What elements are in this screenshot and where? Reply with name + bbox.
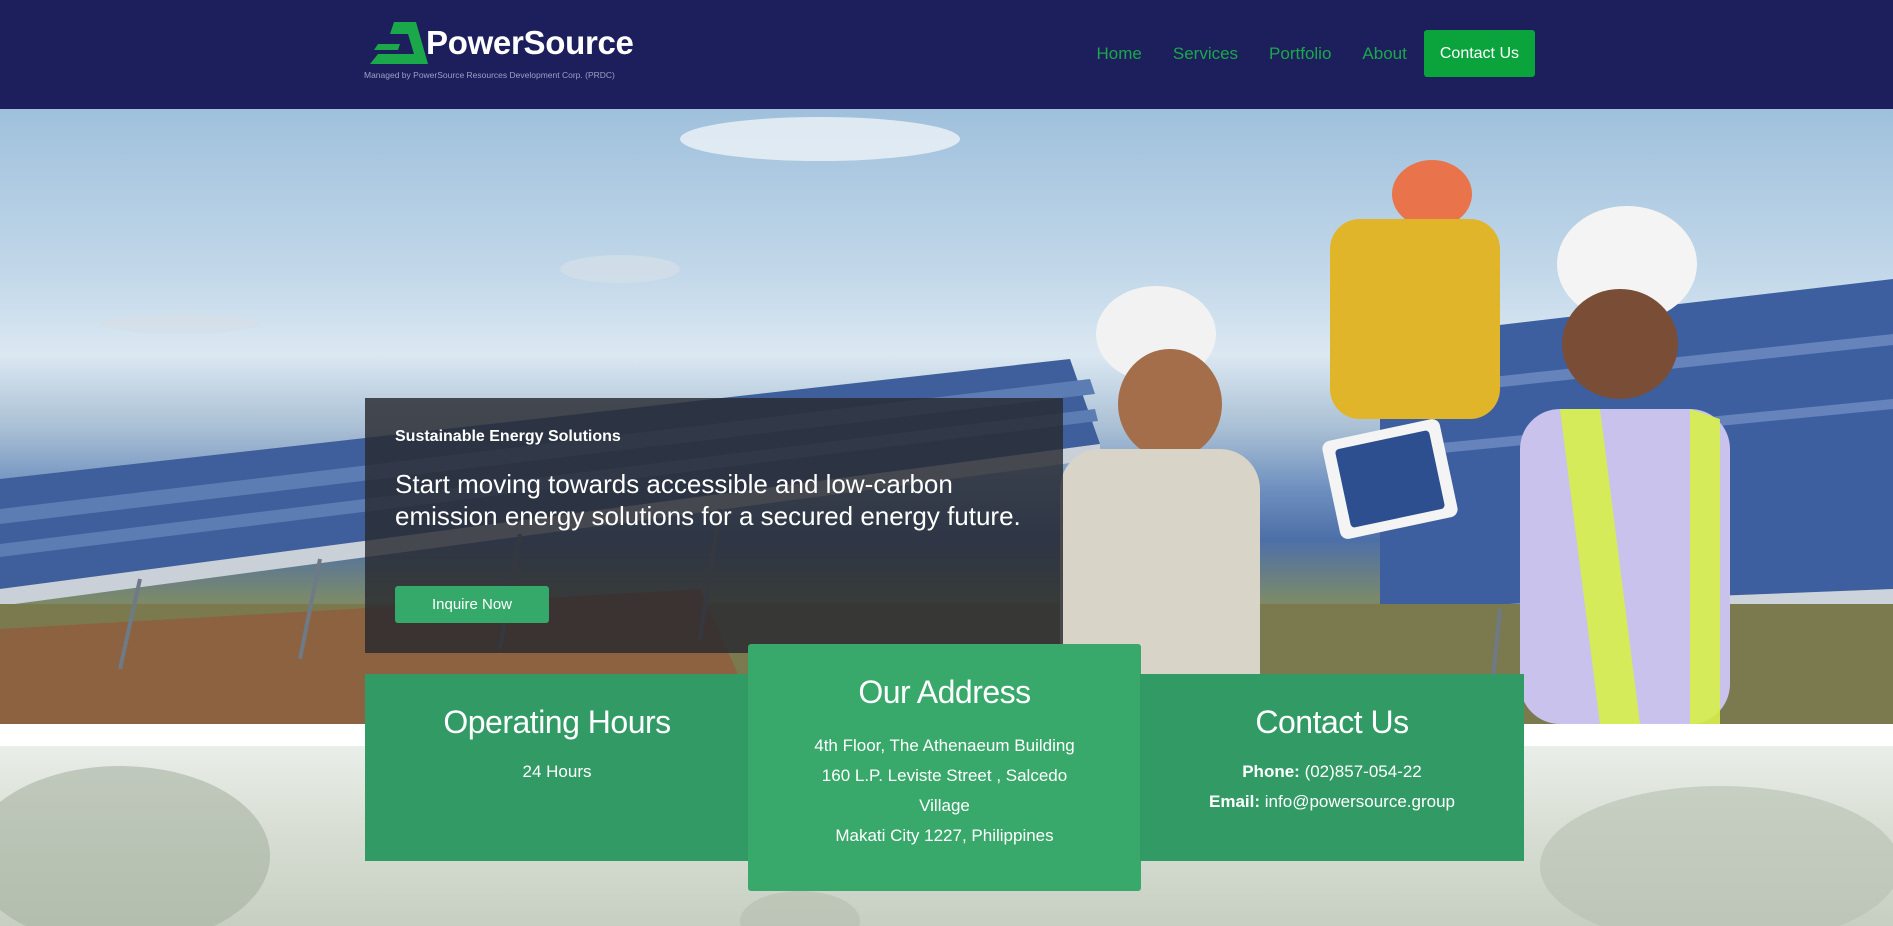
address-line: Makati City 1227, Philippines <box>835 826 1054 845</box>
operating-hours-value: 24 Hours <box>522 762 592 781</box>
address-card: Our Address 4th Floor, The Athenaeum Bui… <box>748 644 1141 891</box>
nav-services[interactable]: Services <box>1173 44 1238 64</box>
brand-logo[interactable]: PowerSource Managed by PowerSource Resou… <box>364 20 664 86</box>
site-header: PowerSource Managed by PowerSource Resou… <box>0 0 1893 109</box>
powersource-logo-icon <box>370 22 428 64</box>
hero-kicker: Sustainable Energy Solutions <box>395 428 621 445</box>
hero-headline: Start moving towards accessible and low-… <box>395 469 1021 531</box>
contact-card: Contact Us Phone: (02)857-054-22 Email: … <box>1140 674 1524 861</box>
brand-name: PowerSource <box>426 24 634 61</box>
inquire-now-button[interactable]: Inquire Now <box>395 586 549 623</box>
operating-hours-card: Operating Hours 24 Hours <box>365 674 749 861</box>
nav-about[interactable]: About <box>1362 44 1406 64</box>
address-body: 4th Floor, The Athenaeum Building 160 L.… <box>748 731 1141 851</box>
address-line: 4th Floor, The Athenaeum Building <box>814 736 1075 755</box>
operating-hours-title: Operating Hours <box>443 704 671 740</box>
contact-title: Contact Us <box>1255 704 1409 740</box>
contact-body: Phone: (02)857-054-22 Email: info@powers… <box>1140 757 1524 817</box>
contact-us-button[interactable]: Contact Us <box>1423 30 1535 77</box>
email-value[interactable]: info@powersource.group <box>1265 792 1455 811</box>
main-nav: Home Services Portfolio About Contact Us <box>1097 30 1535 77</box>
hero-overlay-card: Sustainable Energy Solutions Start movin… <box>365 398 1063 653</box>
brand-tagline: Managed by PowerSource Resources Develop… <box>364 70 615 80</box>
email-row: Email: info@powersource.group <box>1140 787 1524 817</box>
phone-label: Phone: <box>1242 762 1300 781</box>
phone-value[interactable]: (02)857-054-22 <box>1305 762 1422 781</box>
phone-row: Phone: (02)857-054-22 <box>1140 757 1524 787</box>
address-line: 160 L.P. Leviste Street , Salcedo Villag… <box>821 766 1068 815</box>
hero-banner: Sustainable Energy Solutions Start movin… <box>0 109 1893 724</box>
nav-portfolio[interactable]: Portfolio <box>1269 44 1331 64</box>
email-label: Email: <box>1209 792 1261 811</box>
nav-home[interactable]: Home <box>1097 44 1142 64</box>
address-title: Our Address <box>858 674 1031 710</box>
